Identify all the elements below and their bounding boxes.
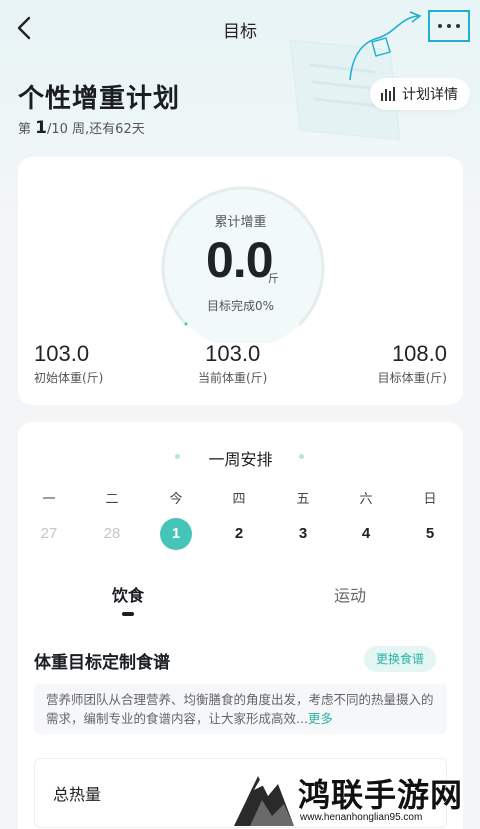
date-item[interactable]: 3 <box>287 518 319 550</box>
date-item[interactable]: 2 <box>223 518 255 550</box>
weekday-label: 今 <box>169 492 183 507</box>
more-options-button[interactable] <box>428 10 470 42</box>
weekday-label: 五 <box>296 492 310 507</box>
watermark: 鸿联手游网 www.henanhonglian95.com <box>230 768 480 829</box>
weekday-label: 一 <box>42 492 56 507</box>
week-title: 一周安排 <box>208 450 273 469</box>
date-item-today[interactable]: 1 <box>160 518 192 550</box>
date-item[interactable]: 4 <box>350 518 382 550</box>
stat-current-weight: 103.0 当前体重(斤) <box>198 341 268 385</box>
tab-indicator <box>122 612 134 616</box>
tab-exercise[interactable]: 运动 <box>334 582 366 606</box>
decor-dot <box>299 454 304 459</box>
weekday-label: 日 <box>423 492 437 507</box>
watermark-logo-icon <box>234 776 294 826</box>
date-item[interactable]: 28 <box>96 518 128 550</box>
more-link[interactable]: 更多 <box>308 711 333 726</box>
change-recipe-button[interactable]: 更换食谱 <box>364 646 437 672</box>
stat-initial-weight: 103.0 初始体重(斤) <box>34 341 104 385</box>
plan-week-progress: 第 1/10 周,还有62天 <box>18 118 145 138</box>
plan-title: 个性增重计划 <box>18 84 181 114</box>
page-title: 目标 <box>223 22 257 42</box>
gauge-value: 0.0 <box>206 232 274 288</box>
tab-diet[interactable]: 饮食 <box>112 582 144 606</box>
weekday-label: 二 <box>105 492 119 507</box>
gauge-unit: 斤 <box>268 272 279 285</box>
gauge-label: 累计增重 <box>214 215 267 230</box>
weight-summary-card: 累计增重 0.0 斤 目标完成0% 103.0 初始体重(斤) 103.0 当前… <box>18 157 463 405</box>
more-dots-icon <box>438 24 442 28</box>
gauge-progress-text: 目标完成0% <box>206 299 275 313</box>
bar-chart-icon <box>381 87 395 101</box>
weekday-label: 四 <box>232 492 246 507</box>
weekday-label: 六 <box>359 492 373 507</box>
date-item[interactable]: 5 <box>414 518 446 550</box>
plan-detail-button[interactable]: 计划详情 <box>370 78 470 110</box>
navigation-bar: 目标 <box>0 0 480 56</box>
recipe-title: 体重目标定制食谱 <box>34 653 170 673</box>
total-calories-label: 总热量 <box>53 785 102 804</box>
stat-target-weight: 108.0 目标体重(斤) <box>377 341 447 385</box>
date-item[interactable]: 27 <box>33 518 65 550</box>
recipe-description: 营养师团队从合理营养、均衡膳食的角度出发，考虑不同的热量摄入的需求，编制专业的食… <box>34 684 447 734</box>
